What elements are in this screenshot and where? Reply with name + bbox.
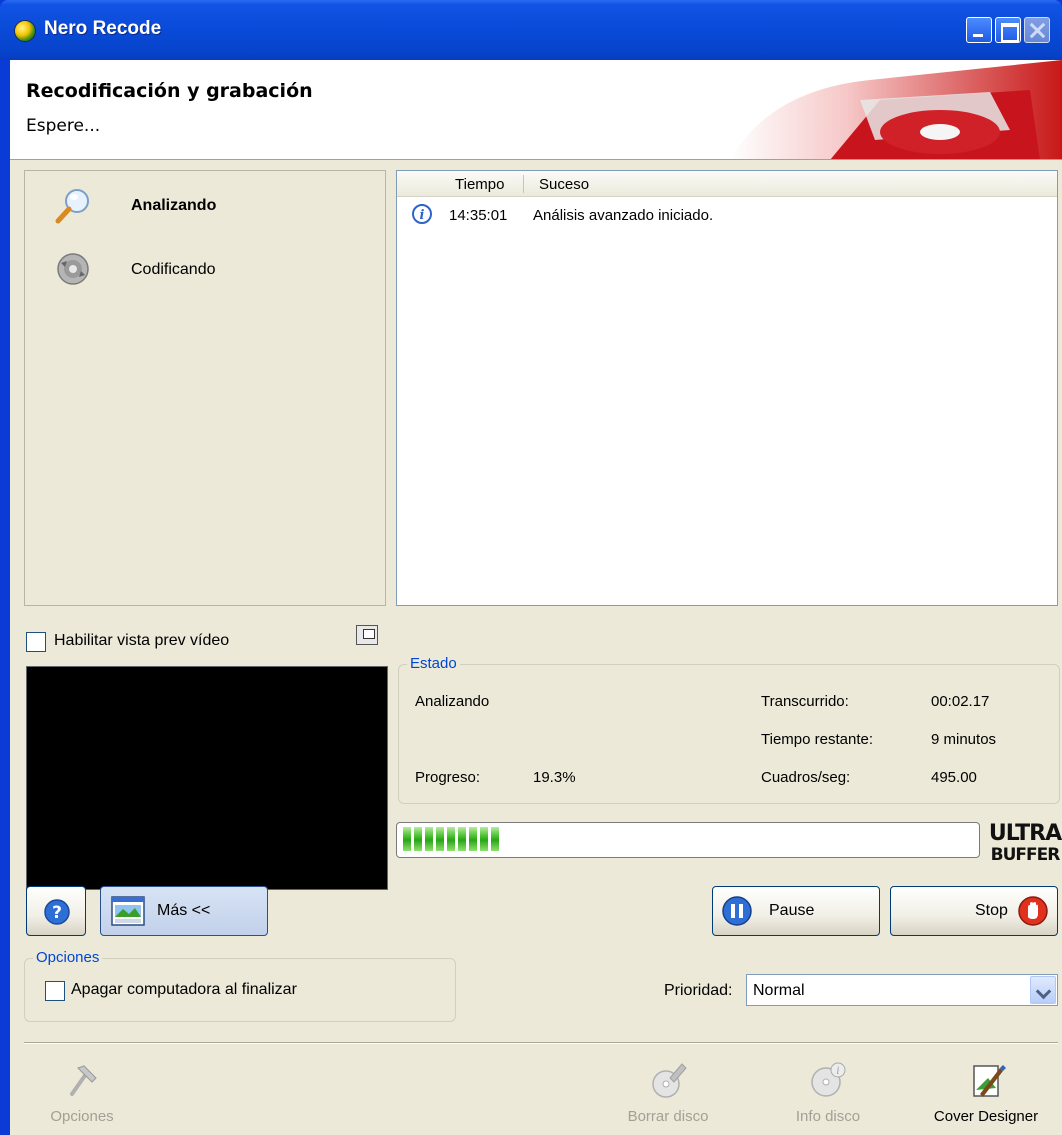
ultrabuffer-logo: ULTRA BUFFER <box>989 821 1062 864</box>
log-header: Tiempo Suceso <box>397 171 1057 197</box>
progress-value: 19.3% <box>533 769 576 786</box>
erase-disc-icon <box>652 1063 687 1098</box>
disc-drawer-banner-icon <box>730 60 1062 159</box>
toolbar-label: Info disco <box>795 1108 861 1125</box>
estado-legend: Estado <box>407 655 460 672</box>
toolbar-opciones-button[interactable]: Opciones <box>12 1060 152 1130</box>
svg-text:ULTRA: ULTRA <box>989 821 1062 846</box>
log-event: Análisis avanzado iniciado. <box>533 207 714 224</box>
opciones-legend: Opciones <box>33 949 103 966</box>
header-panel: Recodificación y grabación Espere... <box>10 60 1062 160</box>
preview-popout-icon[interactable] <box>356 625 378 645</box>
log-row[interactable]: i 14:35:01 Análisis avanzado iniciado. <box>397 204 1057 229</box>
preview-checkbox[interactable] <box>26 632 46 652</box>
priority-label: Prioridad: <box>664 982 733 999</box>
svg-text:?: ? <box>52 903 62 923</box>
fps-label: Cuadros/seg: <box>761 769 851 786</box>
encode-disc-icon <box>57 253 89 285</box>
preview-window-icon <box>111 896 145 926</box>
progress-segment <box>458 827 466 851</box>
progress-segment <box>436 827 444 851</box>
svg-text:i: i <box>836 1066 839 1077</box>
status-text: Analizando <box>415 693 490 710</box>
help-icon: ? <box>44 899 70 925</box>
hammer-icon <box>70 1065 97 1096</box>
more-button[interactable]: Más << <box>100 886 268 936</box>
step-label: Codificando <box>131 261 216 278</box>
progress-bar <box>396 822 980 858</box>
info-icon: i <box>412 204 432 224</box>
more-button-label: Más << <box>157 902 211 919</box>
toolbar-info-disco-button[interactable]: i Info disco <box>758 1060 898 1130</box>
header-subtitle: Espere... <box>26 116 101 136</box>
progress-segment <box>480 827 488 851</box>
divider <box>24 1042 1058 1044</box>
progress-segment <box>469 827 477 851</box>
client-area: Recodificación y grabación Espere... Ana… <box>10 60 1062 1135</box>
shutdown-checkbox[interactable] <box>45 981 65 1001</box>
remaining-value: 9 minutos <box>931 731 997 748</box>
maximize-button[interactable] <box>995 17 1021 43</box>
stop-button-label: Stop <box>975 902 1008 919</box>
nero-app-icon[interactable] <box>14 20 36 42</box>
toolbar-borrar-disco-button[interactable]: Borrar disco <box>598 1060 738 1130</box>
fps-value: 495.00 <box>931 769 977 786</box>
close-button[interactable] <box>1024 17 1050 43</box>
chevron-down-icon[interactable] <box>1030 976 1056 1004</box>
preview-checkbox-label[interactable]: Habilitar vista prev vídeo <box>54 632 229 650</box>
step-label: Analizando <box>131 197 217 214</box>
elapsed-label: Transcurrido: <box>761 693 849 710</box>
shutdown-checkbox-label[interactable]: Apagar computadora al finalizar <box>71 981 297 999</box>
progress-segment <box>403 827 411 851</box>
toolbar-label: Borrar disco <box>627 1108 709 1125</box>
toolbar-label: Opciones <box>50 1108 114 1125</box>
disc-info-icon: i <box>811 1062 846 1097</box>
estado-group: Estado Analizando Progreso: 19.3% Transc… <box>398 655 1060 804</box>
help-button[interactable]: ? <box>26 886 86 936</box>
window-title: Nero Recode <box>44 18 162 39</box>
video-preview <box>26 666 388 890</box>
stop-button[interactable]: Stop <box>890 886 1058 936</box>
minimize-button[interactable] <box>966 17 992 43</box>
elapsed-value: 00:02.17 <box>931 693 990 710</box>
stop-hand-icon <box>1018 896 1048 926</box>
title-bar[interactable]: Nero Recode <box>0 0 1062 60</box>
progress-segment <box>414 827 422 851</box>
column-header-suceso[interactable]: Suceso <box>539 176 589 193</box>
progress-segment <box>447 827 455 851</box>
progress-label: Progreso: <box>415 769 481 786</box>
priority-value: Normal <box>753 982 805 999</box>
toolbar-cover-designer-button[interactable]: Cover Designer <box>916 1060 1056 1130</box>
cover-designer-icon <box>973 1065 1006 1097</box>
event-log-list[interactable]: Tiempo Suceso i 14:35:01 Análisis avanza… <box>396 170 1058 606</box>
remaining-label: Tiempo restante: <box>761 731 873 748</box>
magnifier-icon <box>55 189 89 224</box>
opciones-group: Opciones Apagar computadora al finalizar <box>24 949 456 1022</box>
pause-icon <box>722 896 752 926</box>
progress-segment <box>491 827 499 851</box>
progress-segment <box>425 827 433 851</box>
priority-select[interactable]: Normal <box>746 974 1058 1006</box>
steps-panel: Analizando Codificando <box>24 170 386 606</box>
svg-text:BUFFER: BUFFER <box>991 845 1061 864</box>
column-header-tiempo[interactable]: Tiempo <box>455 176 504 193</box>
toolbar-label: Cover Designer <box>933 1108 1039 1125</box>
pause-button-label: Pause <box>769 902 815 919</box>
column-separator[interactable] <box>523 175 524 193</box>
header-title: Recodificación y grabación <box>26 80 313 102</box>
log-time: 14:35:01 <box>449 207 508 224</box>
svg-text:i: i <box>420 208 425 223</box>
pause-button[interactable]: Pause <box>712 886 880 936</box>
